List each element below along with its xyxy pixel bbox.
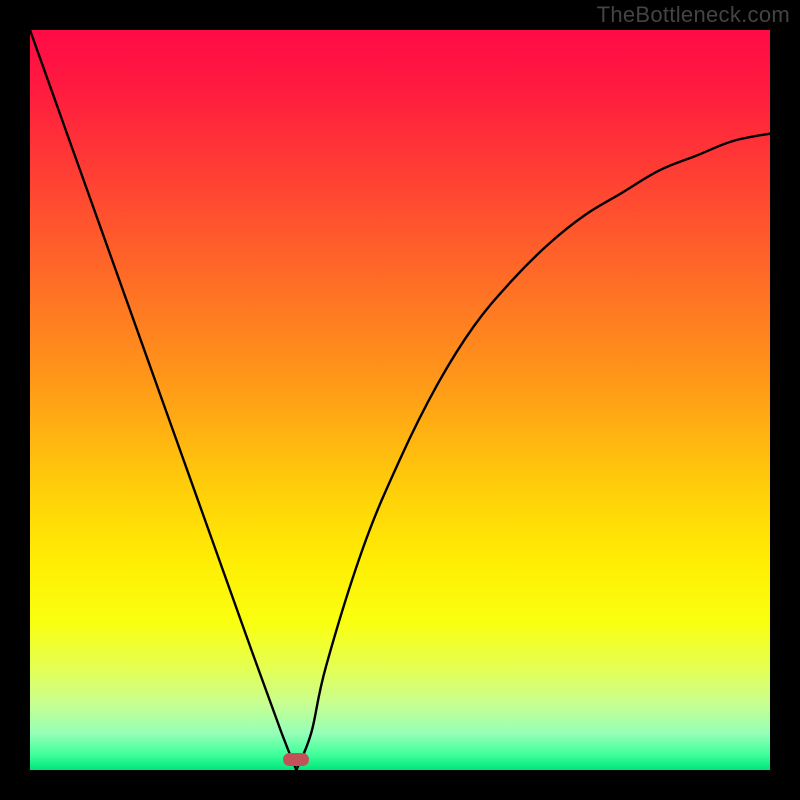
bottleneck-curve: [30, 30, 770, 770]
chart-frame: TheBottleneck.com: [0, 0, 800, 800]
plot-area: [30, 30, 770, 770]
optimal-marker: [283, 753, 309, 766]
attribution-text: TheBottleneck.com: [597, 2, 790, 28]
